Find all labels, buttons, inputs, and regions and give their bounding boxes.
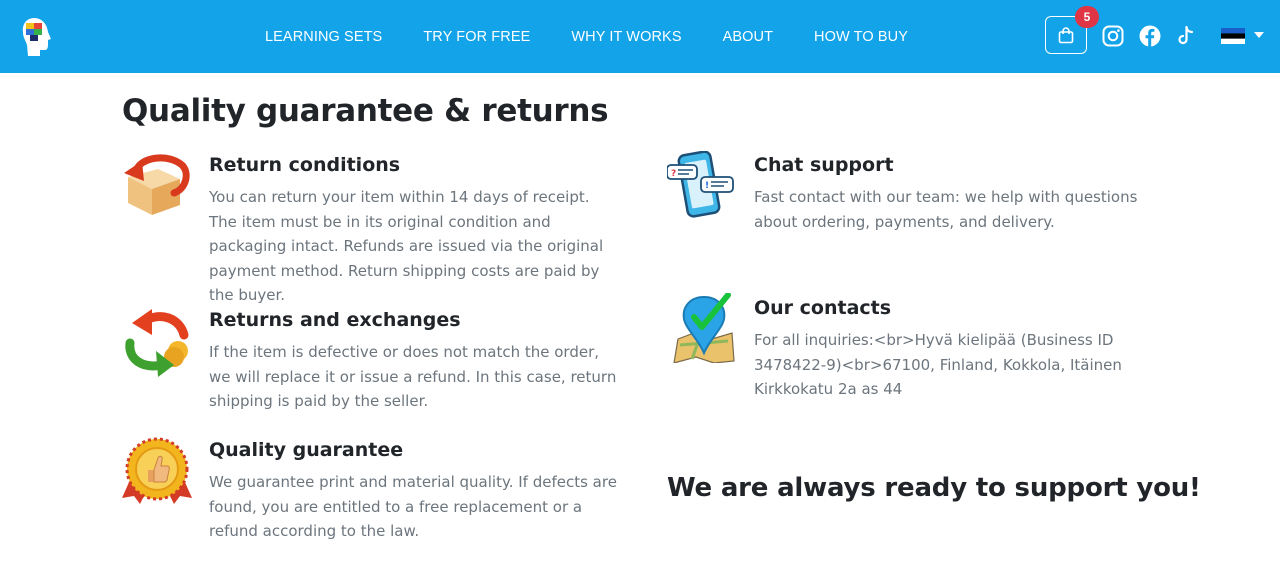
return-conditions-text: You can return your item within 14 days … [209, 188, 604, 304]
nav-try-for-free[interactable]: TRY FOR FREE [423, 29, 530, 45]
our-contacts-text: For all inquiries:<br>Hyvä kielipää (Bus… [754, 331, 1122, 398]
estonia-flag[interactable] [1221, 28, 1245, 44]
quality-guarantee-title: Quality guarantee [209, 439, 404, 461]
chat-support-title: Chat support [754, 154, 894, 176]
exchange-arrows-icon [125, 309, 189, 377]
nav-learning-sets[interactable]: LEARNING SETS [265, 29, 382, 45]
our-contacts-title: Our contacts [754, 297, 892, 319]
returns-exchanges-text: If the item is defective or does not mat… [209, 343, 617, 410]
returns-exchanges-title: Returns and exchanges [209, 309, 461, 331]
shopping-bag-icon [1058, 26, 1074, 43]
chat-phone-icon: ? ! [667, 151, 734, 218]
svg-text:?: ? [671, 169, 676, 179]
nav-about[interactable]: ABOUT [723, 29, 773, 45]
svg-text:!: ! [705, 181, 709, 191]
nav-why-it-works[interactable]: WHY IT WORKS [571, 29, 681, 45]
main-nav: LEARNING SETS TRY FOR FREE WHY IT WORKS … [265, 0, 949, 73]
top-navbar: LEARNING SETS TRY FOR FREE WHY IT WORKS … [0, 0, 1280, 73]
map-pin-icon [673, 293, 735, 363]
nav-how-to-buy[interactable]: HOW TO BUY [814, 29, 908, 45]
quality-medal-icon [122, 437, 192, 504]
facebook-icon[interactable] [1138, 24, 1162, 48]
chevron-down-icon[interactable] [1253, 31, 1265, 39]
return-conditions-title: Return conditions [209, 154, 401, 176]
support-headline: We are always ready to support you! [667, 473, 1201, 503]
return-box-icon [124, 154, 190, 215]
tiktok-icon[interactable] [1174, 24, 1198, 48]
chat-support-text: Fast contact with our team: we help with… [754, 188, 1138, 231]
cart-count-badge: 5 [1075, 6, 1099, 28]
page-title: Quality guarantee & returns [122, 93, 609, 129]
brand-logo[interactable] [20, 16, 54, 58]
quality-guarantee-text: We guarantee print and material quality.… [209, 473, 617, 540]
instagram-icon[interactable] [1101, 24, 1125, 48]
